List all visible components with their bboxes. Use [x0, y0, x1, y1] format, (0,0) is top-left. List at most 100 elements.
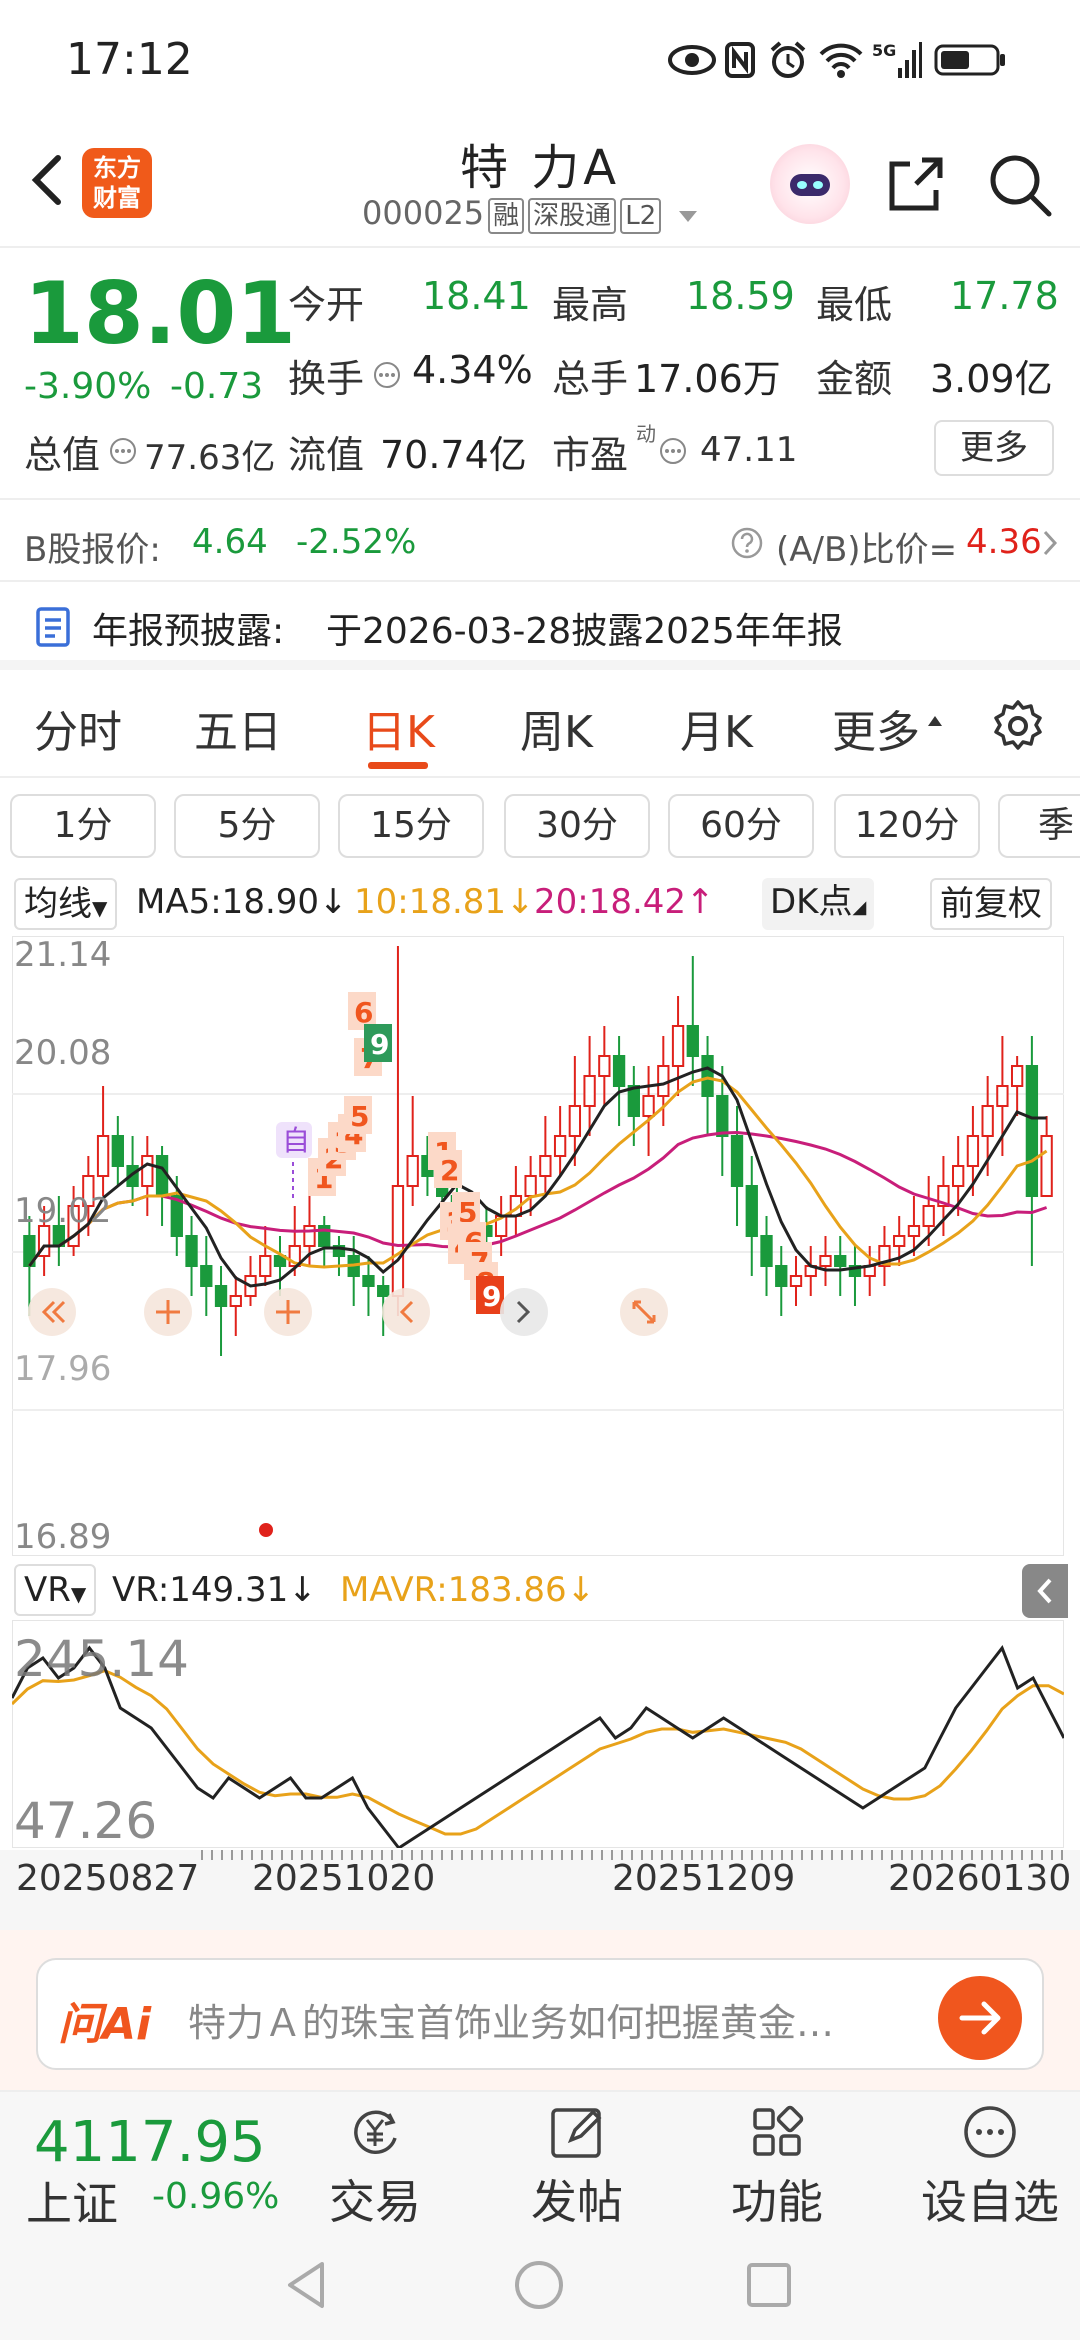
- share-icon[interactable]: [880, 150, 950, 220]
- arrow-right-icon: [959, 2001, 1001, 2035]
- zoom-in-button[interactable]: [144, 1288, 192, 1336]
- dk-point-toggle[interactable]: DK点◢: [762, 878, 875, 930]
- candle-body: [155, 1155, 169, 1197]
- candle-body: [760, 1235, 773, 1267]
- stock-code-row[interactable]: 000025 融深股通 L2: [362, 194, 699, 234]
- help-icon[interactable]: [730, 526, 764, 560]
- ma5-value: MA5:18.90↓: [136, 882, 348, 922]
- info-dots-icon[interactable]: [372, 360, 402, 390]
- y-axis-tick: 19.02: [14, 1191, 111, 1231]
- ai-send-button[interactable]: [938, 1976, 1022, 2060]
- high-value: 18.59: [686, 274, 795, 318]
- candle-body: [819, 1255, 832, 1267]
- signal-mark: 9: [482, 1280, 501, 1313]
- adjust-mode-button[interactable]: 前复权: [930, 878, 1052, 930]
- candle-body: [996, 1085, 1009, 1107]
- functions-button[interactable]: 功能: [702, 2102, 852, 2232]
- y-axis-tick: 17.96: [14, 1349, 111, 1389]
- scroll-right-button[interactable]: [500, 1288, 548, 1336]
- stock-name: 特 力A: [459, 140, 621, 196]
- candle-body: [185, 1235, 198, 1267]
- trade-yuan-icon: [354, 2110, 397, 2155]
- auto-marker: 自: [282, 1124, 310, 1157]
- period-tabs: 分时 五日 日K 周K 月K 更多: [0, 674, 1080, 778]
- tab-weekly-k[interactable]: 周K: [520, 696, 593, 760]
- back-arrow-icon[interactable]: [20, 150, 80, 210]
- eye-icon: [668, 45, 716, 75]
- button-bg: [382, 1288, 430, 1336]
- button-bg: [500, 1288, 548, 1336]
- ai-logo: 问Ai: [58, 1999, 152, 2050]
- nav-recents-icon[interactable]: [744, 2260, 794, 2310]
- trade-label: 交易: [329, 2175, 421, 2229]
- settings-gear-icon[interactable]: [990, 698, 1046, 754]
- nav-home-icon[interactable]: [512, 2258, 566, 2312]
- tab-five-day[interactable]: 五日: [194, 696, 282, 760]
- nfc-icon: [725, 42, 755, 78]
- b-share-label: B股报价:: [24, 530, 161, 570]
- interval-quarter-button[interactable]: 季: [998, 794, 1080, 858]
- interval-15min-button[interactable]: 15分: [338, 794, 484, 858]
- pe-label: 市盈: [552, 433, 629, 477]
- document-icon: [36, 607, 70, 647]
- interval-5min-button[interactable]: 5分: [174, 794, 320, 858]
- candle-body: [952, 1165, 965, 1187]
- scroll-fast-left-button[interactable]: [28, 1288, 76, 1336]
- info-dots-icon[interactable]: [108, 436, 138, 466]
- more-dots-icon: [964, 2106, 1016, 2158]
- ma-select[interactable]: 均线▼: [14, 878, 118, 930]
- vr-chart[interactable]: 245.14 47.26: [12, 1620, 1064, 1848]
- vr-indicator-row: VR▼ VR:149.31↓ MAVR:183.86↓: [0, 1560, 1080, 1620]
- candle-body: [200, 1265, 213, 1287]
- interval-120min-button[interactable]: 120分: [834, 794, 980, 858]
- interval-1min-button[interactable]: 1分: [10, 794, 156, 858]
- vr-y-bottom: 47.26: [14, 1792, 157, 1848]
- collapse-panel-button[interactable]: [1022, 1564, 1068, 1618]
- candle-body: [568, 1105, 582, 1137]
- amount-label: 金额: [816, 357, 893, 401]
- tab-more[interactable]: 更多: [832, 696, 920, 760]
- candle-body: [229, 1295, 242, 1307]
- ai-question-bar[interactable]: 问Ai 特力Ａ的珠宝首饰业务如何把握黄金…: [36, 1958, 1044, 2070]
- candle-body: [1010, 1065, 1024, 1087]
- turnover-value: 4.34%: [412, 348, 533, 392]
- change-percent: -3.90%: [24, 366, 152, 407]
- candle-body: [303, 1225, 316, 1247]
- candle-body: [377, 1285, 390, 1297]
- add-watchlist-button[interactable]: 设自选: [900, 2102, 1080, 2232]
- vr-select[interactable]: VR▼: [14, 1564, 97, 1616]
- kline-chart[interactable]: 21.14 20.08 19.02 17.96 16.89 1 2 3 4 5 …: [12, 936, 1064, 1556]
- fullscreen-button[interactable]: [620, 1288, 668, 1336]
- info-dots-icon[interactable]: [658, 436, 688, 466]
- index-change: -0.96%: [152, 2176, 280, 2217]
- more-button[interactable]: 更多: [934, 420, 1054, 476]
- quote-panel: 18.01 -3.90% -0.73 今开 18.41 最高 18.59 最低 …: [0, 250, 1080, 500]
- scroll-left-button[interactable]: [382, 1288, 430, 1336]
- interval-30min-button[interactable]: 30分: [504, 794, 650, 858]
- interval-60min-button[interactable]: 60分: [668, 794, 814, 858]
- trade-button[interactable]: 交易: [300, 2102, 450, 2232]
- corner-arrow-icon: ◢: [852, 897, 867, 918]
- search-icon[interactable]: [985, 150, 1055, 220]
- b-share-row[interactable]: B股报价: 4.64 -2.52% (A/B)比价= 4.36: [0, 502, 1080, 582]
- index-value: 4117.95: [34, 2110, 266, 2175]
- ai-assistant-avatar[interactable]: [770, 144, 850, 224]
- y-axis-tick: 20.08: [14, 1033, 111, 1073]
- annual-report-notice[interactable]: 年报预披露: 于2026-03-28披露2025年年报: [0, 584, 1080, 670]
- add-marker-button[interactable]: [264, 1288, 312, 1336]
- candle-body: [362, 1275, 375, 1287]
- post-button[interactable]: 发帖: [502, 2102, 652, 2232]
- dk-point-label: DK点: [770, 882, 853, 922]
- candle-body: [406, 1155, 419, 1187]
- candle-body: [1025, 1065, 1039, 1197]
- nav-back-icon[interactable]: [282, 2258, 332, 2312]
- tab-monthly-k[interactable]: 月K: [680, 696, 753, 760]
- candle-body: [524, 1175, 537, 1197]
- change-value: -0.73: [170, 366, 264, 407]
- candle-body: [539, 1155, 552, 1177]
- tab-daily-k[interactable]: 日K: [362, 696, 435, 760]
- candle-body: [922, 1205, 935, 1227]
- tab-intraday[interactable]: 分时: [34, 696, 122, 760]
- index-quote[interactable]: 4117.95 上证 -0.96%: [0, 2092, 300, 2232]
- grid-apps-icon: [753, 2105, 804, 2156]
